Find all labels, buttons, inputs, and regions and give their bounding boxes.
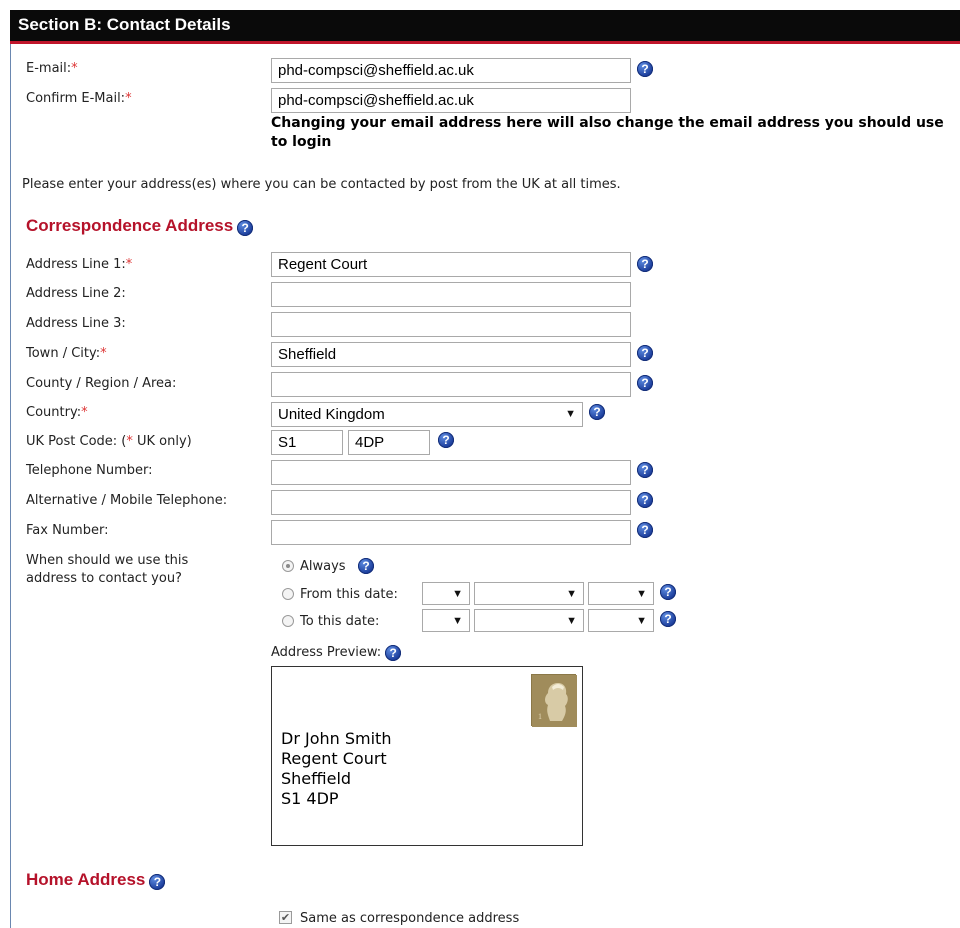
address-preview-box: 1 Dr John Smith Regent Court Sheffield S… — [271, 666, 583, 846]
postcode-part2-input[interactable]: 4DP — [348, 430, 430, 455]
help-icon[interactable]: ? — [637, 375, 653, 391]
telephone-label: Telephone Number: — [26, 463, 153, 478]
when-label-line1: When should we use this — [26, 553, 189, 568]
left-border — [10, 44, 11, 928]
dropdown-arrow-icon: ▼ — [566, 615, 577, 627]
to-date-label: To this date: — [300, 614, 380, 629]
fax-label: Fax Number: — [26, 523, 109, 538]
when-label-line2: address to contact you? — [26, 571, 182, 586]
from-date-radio[interactable] — [282, 588, 294, 600]
address-line1-input[interactable]: Regent Court — [271, 252, 631, 277]
help-icon[interactable]: ? — [637, 61, 653, 77]
help-icon[interactable]: ? — [637, 522, 653, 538]
help-icon[interactable]: ? — [149, 874, 166, 890]
help-icon[interactable]: ? — [385, 645, 402, 661]
dropdown-arrow-icon: ▼ — [636, 588, 647, 600]
section-header: Section B: Contact Details — [10, 10, 960, 44]
mobile-label: Alternative / Mobile Telephone: — [26, 493, 228, 508]
help-icon[interactable]: ? — [237, 220, 254, 236]
dropdown-arrow-icon: ▼ — [452, 588, 463, 600]
help-icon[interactable]: ? — [660, 611, 676, 627]
address-instructions: Please enter your address(es) where you … — [22, 177, 621, 192]
to-date-radio[interactable] — [282, 615, 294, 627]
stamp-portrait-icon: 1 — [532, 675, 577, 727]
help-icon[interactable]: ? — [589, 404, 605, 420]
help-icon[interactable]: ? — [660, 584, 676, 600]
from-date-label: From this date: — [300, 587, 398, 602]
postcode-label: UK Post Code: (* UK only) — [26, 434, 192, 449]
country-label: Country:* — [26, 405, 88, 420]
always-label: Always — [300, 559, 346, 574]
dropdown-arrow-icon: ▼ — [452, 615, 463, 627]
email-label: E-mail:* — [26, 61, 78, 76]
to-year-select[interactable]: ▼ — [588, 609, 654, 632]
address-line2-input[interactable] — [271, 282, 631, 307]
dropdown-arrow-icon: ▼ — [565, 408, 576, 420]
address-line2-label: Address Line 2: — [26, 286, 126, 301]
confirm-email-label: Confirm E-Mail:* — [26, 91, 132, 106]
help-icon[interactable]: ? — [637, 492, 653, 508]
telephone-input[interactable] — [271, 460, 631, 485]
correspondence-heading: Correspondence Address? — [26, 216, 254, 236]
mobile-input[interactable] — [271, 490, 631, 515]
from-day-select[interactable]: ▼ — [422, 582, 470, 605]
country-select[interactable]: United Kingdom ▼ — [271, 402, 583, 427]
preview-line: Regent Court — [281, 749, 387, 768]
postage-stamp-icon: 1 — [531, 674, 577, 727]
county-input[interactable] — [271, 372, 631, 397]
section-title: Section B: Contact Details — [18, 15, 231, 34]
email-warning: Changing your email address here will al… — [271, 115, 944, 150]
always-radio[interactable] — [282, 560, 294, 572]
preview-line: Sheffield — [281, 769, 352, 788]
preview-line: S1 4DP — [281, 789, 339, 808]
email-input[interactable]: phd-compsci@sheffield.ac.uk — [271, 58, 631, 83]
dropdown-arrow-icon: ▼ — [636, 615, 647, 627]
preview-line: Dr John Smith — [281, 729, 392, 748]
help-icon[interactable]: ? — [358, 558, 374, 574]
county-label: County / Region / Area: — [26, 376, 177, 391]
preview-address-text: Dr John Smith Regent Court Sheffield S1 … — [281, 729, 391, 809]
to-day-select[interactable]: ▼ — [422, 609, 470, 632]
same-address-label: Same as correspondence address — [300, 911, 520, 926]
from-month-select[interactable]: ▼ — [474, 582, 584, 605]
dropdown-arrow-icon: ▼ — [566, 588, 577, 600]
town-input[interactable]: Sheffield — [271, 342, 631, 367]
from-year-select[interactable]: ▼ — [588, 582, 654, 605]
town-label: Town / City:* — [26, 346, 107, 361]
address-line3-label: Address Line 3: — [26, 316, 126, 331]
help-icon[interactable]: ? — [637, 256, 653, 272]
help-icon[interactable]: ? — [637, 462, 653, 478]
address-line1-label: Address Line 1:* — [26, 257, 133, 272]
same-address-checkbox[interactable]: ✔ — [279, 911, 292, 924]
to-month-select[interactable]: ▼ — [474, 609, 584, 632]
help-icon[interactable]: ? — [637, 345, 653, 361]
svg-text:1: 1 — [538, 712, 542, 721]
help-icon[interactable]: ? — [438, 432, 454, 448]
address-preview-label: Address Preview:? — [271, 644, 402, 661]
confirm-email-input[interactable]: phd-compsci@sheffield.ac.uk — [271, 88, 631, 113]
address-line3-input[interactable] — [271, 312, 631, 337]
fax-input[interactable] — [271, 520, 631, 545]
postcode-part1-input[interactable]: S1 — [271, 430, 343, 455]
home-address-heading: Home Address? — [26, 870, 166, 890]
